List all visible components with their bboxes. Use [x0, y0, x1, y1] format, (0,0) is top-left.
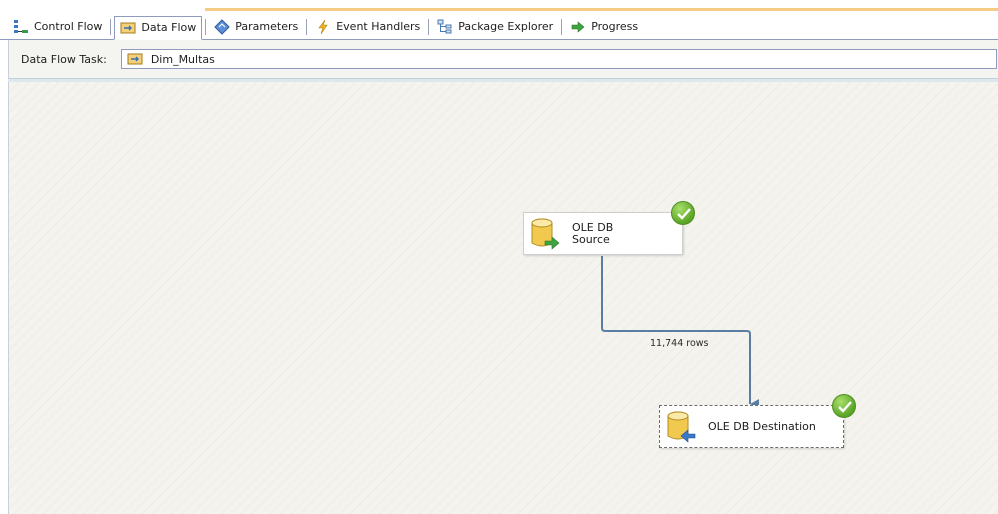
tab-progress[interactable]: Progress	[565, 16, 643, 38]
control-flow-icon	[13, 19, 29, 35]
tab-data-flow[interactable]: Data Flow	[114, 15, 203, 40]
ole-db-destination-component[interactable]: OLE DB Destination	[659, 394, 856, 448]
data-flow-task-label: Data Flow Task:	[21, 52, 107, 66]
tab-label: Package Explorer	[458, 20, 554, 33]
tab-separator	[306, 18, 308, 35]
data-flow-task-icon	[127, 52, 143, 66]
tab-label: Data Flow	[141, 21, 197, 34]
tab-separator	[428, 18, 430, 35]
data-flow-task-value: Dim_Multas	[150, 52, 215, 66]
tab-separator	[110, 18, 112, 35]
ole-db-source-component[interactable]: OLE DB Source	[523, 201, 695, 255]
package-explorer-icon	[437, 19, 453, 35]
tab-separator	[205, 18, 207, 35]
tab-control-flow[interactable]: Control Flow	[8, 16, 107, 38]
database-destination-icon	[666, 410, 696, 444]
tab-label: Parameters	[235, 20, 299, 33]
database-source-icon	[530, 217, 560, 251]
progress-icon	[570, 19, 586, 35]
parameters-icon	[214, 18, 230, 35]
tab-parameters[interactable]: Parameters	[209, 16, 303, 38]
source-label-line1: OLE DB	[572, 220, 614, 234]
tab-label: Event Handlers	[336, 20, 421, 33]
tab-event-handlers[interactable]: Event Handlers	[310, 16, 425, 38]
success-check-icon	[671, 201, 695, 225]
tab-separator	[561, 18, 563, 35]
tab-label: Control Flow	[34, 20, 103, 33]
event-handlers-icon	[315, 19, 331, 35]
top-accent-bar	[0, 0, 998, 14]
data-path-connector[interactable]	[601, 256, 759, 409]
success-check-icon	[832, 394, 856, 418]
data-flow-icon	[120, 20, 136, 36]
data-flow-design-surface[interactable]: 11,744 rows OLE DB Source OLE DB Destina…	[8, 82, 998, 514]
designer-tab-strip: Control Flow Data Flow Parameters Event …	[0, 14, 998, 40]
data-flow-task-bar: Data Flow Task: Dim_Multas	[8, 40, 998, 78]
data-flow-task-select[interactable]: Dim_Multas	[120, 49, 997, 69]
source-label-line2: Source	[572, 232, 610, 246]
path-layer	[601, 256, 759, 409]
tab-package-explorer[interactable]: Package Explorer	[432, 16, 558, 38]
tab-label: Progress	[591, 20, 639, 33]
data-path-row-count: 11,744 rows	[650, 338, 709, 349]
destination-label: OLE DB Destination	[708, 419, 816, 433]
